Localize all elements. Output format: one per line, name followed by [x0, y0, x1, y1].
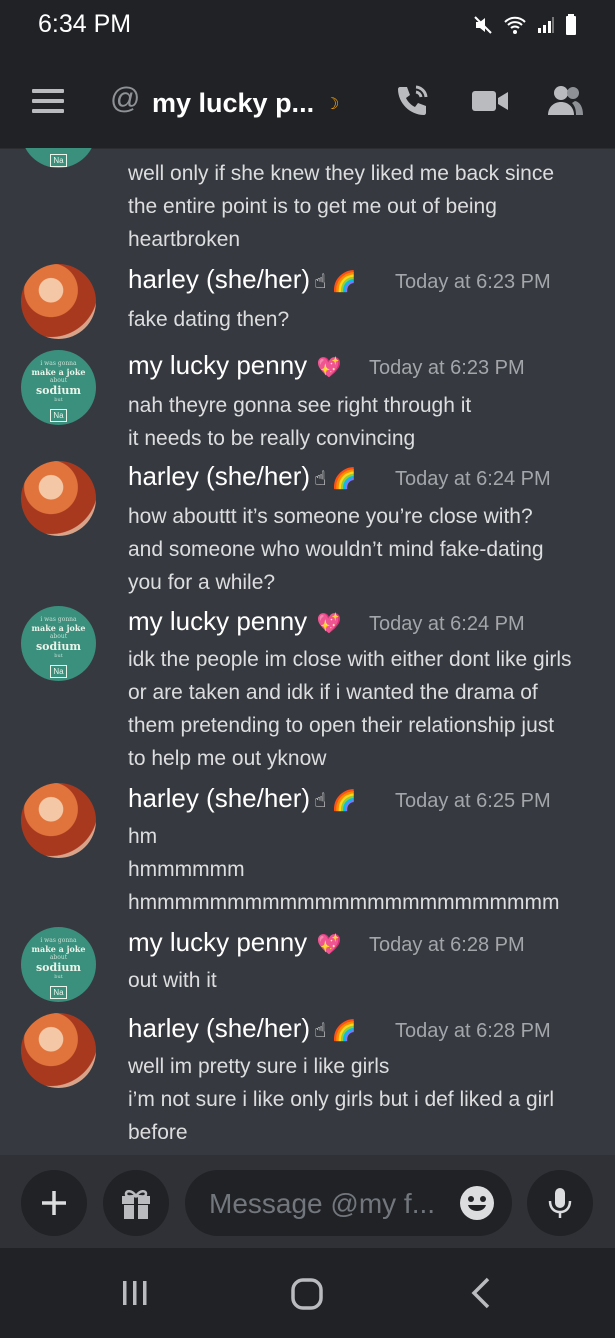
- message-line: out with it: [128, 969, 217, 992]
- avatar[interactable]: [21, 783, 96, 858]
- message-line: well only if she knew they liked me back…: [128, 162, 555, 185]
- message-line: them pretending to open their relationsh…: [128, 714, 555, 737]
- message-input-container[interactable]: [185, 1170, 512, 1238]
- message-line: hm: [128, 825, 158, 848]
- video-icon: [472, 91, 508, 111]
- moon-status-icon: ☽: [325, 96, 340, 113]
- timestamp: Today at 6:25 PM: [395, 790, 551, 812]
- signal-icon: [538, 17, 554, 33]
- badge-icons: ☝︎ 🌈: [314, 1020, 357, 1042]
- back-icon[interactable]: [466, 1276, 496, 1310]
- message-line: fake dating then?: [128, 308, 290, 331]
- plus-icon: [42, 1191, 66, 1215]
- avatar[interactable]: i was gonna make a joke about sodium but Na: [21, 927, 96, 1002]
- message-line: or are taken and idk if i wanted the dra…: [128, 681, 538, 704]
- timestamp: Today at 6:24 PM: [369, 613, 525, 635]
- members-icon: [548, 86, 583, 115]
- system-navigation-bar: [0, 1248, 615, 1338]
- avatar[interactable]: [21, 1013, 96, 1088]
- badge-icons: ☝︎ 🌈: [314, 468, 357, 490]
- status-bar: 6:34 PM: [0, 0, 615, 55]
- timestamp: Today at 6:23 PM: [369, 357, 525, 379]
- message-line: hmmmmmm: [128, 858, 245, 881]
- message-input[interactable]: [207, 1170, 441, 1238]
- message-line: heartbroken: [128, 228, 241, 251]
- message-line: to help me out yknow: [128, 747, 327, 770]
- status-time: 6:34 PM: [38, 10, 132, 38]
- channel-header: @ my lucky p... ☽: [0, 55, 615, 149]
- sparkle-heart-icon: 💖: [311, 613, 342, 635]
- recent-apps-icon[interactable]: [120, 1278, 150, 1308]
- avatar[interactable]: i was gonna make a joke about sodium but Na: [21, 350, 96, 425]
- voice-message-button[interactable]: [527, 1170, 593, 1236]
- badge-icons: ☝︎ 🌈: [314, 271, 357, 293]
- timestamp: Today at 6:24 PM: [395, 468, 551, 490]
- avatar[interactable]: i was gonna make a joke about sodium but Na: [21, 606, 96, 681]
- message-line: idk the people im close with either dont…: [128, 648, 572, 671]
- avatar[interactable]: [21, 461, 96, 536]
- message-line: before: [128, 1121, 188, 1144]
- message-list[interactable]: Na well only if she knew they liked me b…: [0, 148, 615, 1155]
- members-button[interactable]: [545, 81, 585, 121]
- message-line: how abouttt it’s someone you’re close wi…: [128, 505, 533, 528]
- author-name[interactable]: my lucky penny 💖: [128, 350, 342, 381]
- message-line: it needs to be really convincing: [128, 427, 416, 450]
- at-icon: @: [110, 82, 141, 115]
- message-composer: [0, 1155, 615, 1248]
- author-name[interactable]: harley (she/her) ☝︎ 🌈: [128, 461, 357, 492]
- wifi-icon: [504, 16, 526, 34]
- menu-icon[interactable]: [32, 89, 64, 113]
- message-line: i’m not sure i like only girls but i def…: [128, 1088, 555, 1111]
- emoji-icon[interactable]: [458, 1184, 496, 1222]
- avatar[interactable]: Na: [21, 148, 96, 168]
- microphone-icon: [548, 1188, 572, 1218]
- avatar[interactable]: [21, 264, 96, 339]
- message-line: well im pretty sure i like girls: [128, 1055, 390, 1078]
- author-name[interactable]: my lucky penny 💖: [128, 927, 342, 958]
- gift-icon: [122, 1190, 150, 1219]
- author-name[interactable]: my lucky penny 💖: [128, 606, 342, 637]
- sparkle-heart-icon: 💖: [311, 357, 342, 379]
- message-line: the entire point is to get me out of bei…: [128, 195, 497, 218]
- phone-icon: [398, 85, 428, 115]
- status-icons: [473, 14, 577, 36]
- add-attachment-button[interactable]: [21, 1170, 87, 1236]
- channel-title[interactable]: my lucky p...: [152, 88, 314, 119]
- author-name[interactable]: harley (she/her) ☝︎ 🌈: [128, 1013, 357, 1044]
- timestamp: Today at 6:23 PM: [395, 271, 551, 293]
- voice-call-button[interactable]: [392, 81, 432, 121]
- gift-button[interactable]: [103, 1170, 169, 1236]
- timestamp: Today at 6:28 PM: [369, 934, 525, 956]
- message-line: nah theyre gonna see right through it: [128, 394, 472, 417]
- message-line: you for a while?: [128, 571, 276, 594]
- badge-icons: ☝︎ 🌈: [314, 790, 357, 812]
- message-line: and someone who wouldn’t mind fake-datin…: [128, 538, 544, 561]
- sparkle-heart-icon: 💖: [311, 934, 342, 956]
- author-name[interactable]: harley (she/her) ☝︎ 🌈: [128, 264, 357, 295]
- author-name[interactable]: harley (she/her) ☝︎ 🌈: [128, 783, 357, 814]
- home-icon[interactable]: [289, 1276, 325, 1312]
- timestamp: Today at 6:28 PM: [395, 1020, 551, 1042]
- mute-icon: [474, 16, 492, 34]
- video-call-button[interactable]: [470, 81, 510, 121]
- battery-icon: [566, 14, 576, 35]
- message-line: hmmmmmmmmmmmmmmmmmmmmmmmm: [128, 891, 560, 914]
